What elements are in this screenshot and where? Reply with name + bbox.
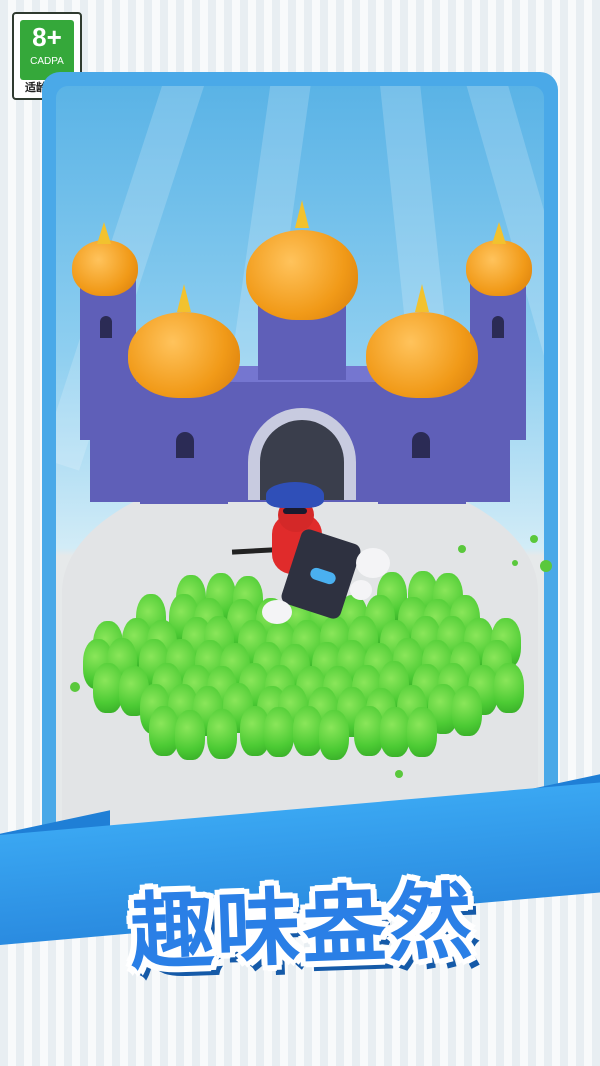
green-splash [540, 560, 552, 572]
dome-right [366, 312, 478, 398]
castle-window [412, 432, 430, 458]
green-minion [175, 709, 206, 760]
green-splash [458, 545, 466, 553]
castle-window [492, 316, 504, 338]
police-hat-visor [283, 508, 307, 514]
spire-right [415, 284, 429, 312]
green-minion [379, 707, 410, 758]
green-splash [395, 770, 403, 778]
green-minion [148, 705, 179, 756]
dust-cloud [262, 600, 292, 624]
dome-far-right [466, 240, 532, 296]
green-splash [512, 560, 518, 566]
dome-left [128, 312, 240, 398]
spire-left [177, 284, 191, 312]
police-hat [266, 482, 324, 508]
dome-center [246, 230, 358, 320]
dust-cloud [356, 548, 390, 578]
green-minion [452, 685, 483, 736]
green-minion [407, 706, 438, 757]
banner-title: 趣味盎然 [128, 872, 476, 982]
green-splash [530, 535, 538, 543]
castle-window [176, 432, 194, 458]
age-rating-org: CADPA [30, 56, 64, 67]
green-minion [207, 708, 238, 759]
castle-window [100, 316, 112, 338]
green-minion [494, 663, 525, 714]
spire-far-right [492, 222, 506, 244]
green-minion [319, 709, 350, 760]
spire-center [295, 200, 309, 228]
green-splash [70, 682, 80, 692]
dome-far-left [72, 240, 138, 296]
green-minion [264, 706, 295, 757]
age-rating-value: 8+ [32, 22, 62, 52]
spire-far-left [97, 222, 111, 244]
dust-cloud [350, 580, 372, 600]
castle-tower-far-right [470, 280, 526, 440]
green-minion [292, 705, 323, 756]
